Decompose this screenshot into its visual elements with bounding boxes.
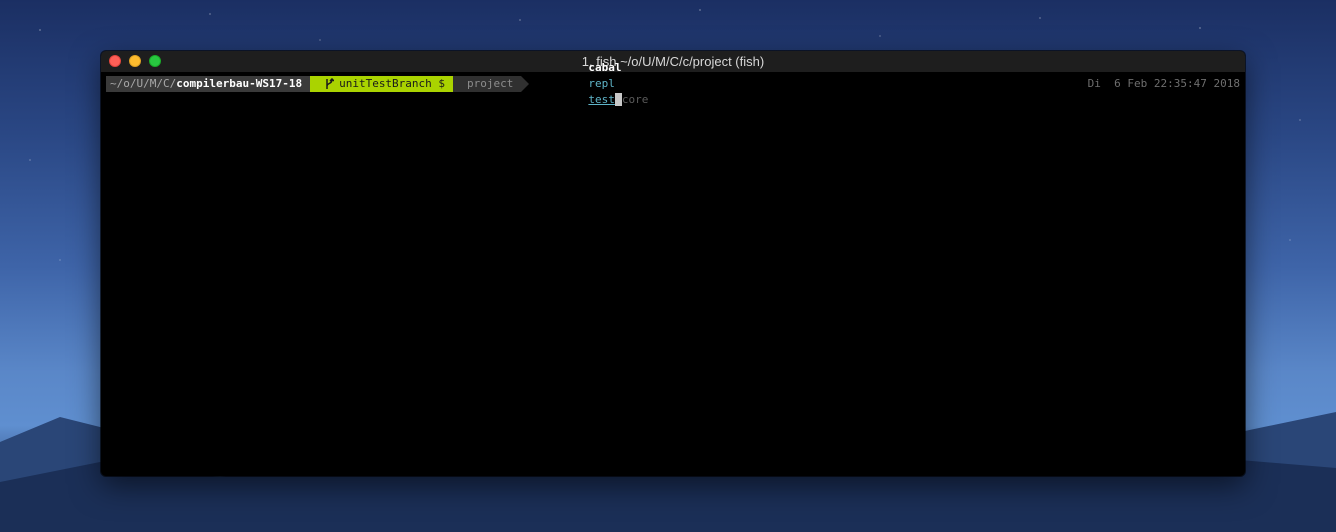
command-program: cabal [588, 61, 622, 74]
text-cursor [614, 92, 622, 106]
path-prefix: ~/o/U/M/C/ [110, 77, 177, 90]
autosuggestion: core [621, 93, 649, 106]
prompt-project-segment: project [453, 76, 530, 92]
project-segment-arrow [521, 76, 530, 92]
command-arg-repl: repl [588, 77, 615, 90]
prompt-line: ~/o/U/M/C/compilerbau-WS17-18 unitTestBr… [106, 61, 648, 106]
window-title: 1. fish ~/o/U/M/C/c/project (fish) [581, 54, 765, 69]
project-label: project [467, 77, 514, 90]
git-branch-label: unitTestBranch $ [339, 77, 446, 90]
terminal-content[interactable]: ~/o/U/M/C/compilerbau-WS17-18 unitTestBr… [101, 61, 1245, 476]
prompt-clock: Di 6 Feb 22:35:47 2018 [1087, 77, 1240, 90]
command-input[interactable]: cabal repl test core [535, 51, 648, 124]
git-branch-icon [326, 78, 335, 89]
command-arg-typed: test [588, 93, 615, 106]
path-current-dir: compilerbau-WS17-18 [176, 77, 303, 90]
title-bar[interactable]: 1. fish ~/o/U/M/C/c/project (fish) [101, 51, 1245, 73]
prompt-git-segment: unitTestBranch $ [310, 76, 462, 92]
terminal-window[interactable]: 1. fish ~/o/U/M/C/c/project (fish) ~/o/U… [101, 51, 1245, 476]
prompt-path-segment: ~/o/U/M/C/compilerbau-WS17-18 [106, 76, 319, 92]
